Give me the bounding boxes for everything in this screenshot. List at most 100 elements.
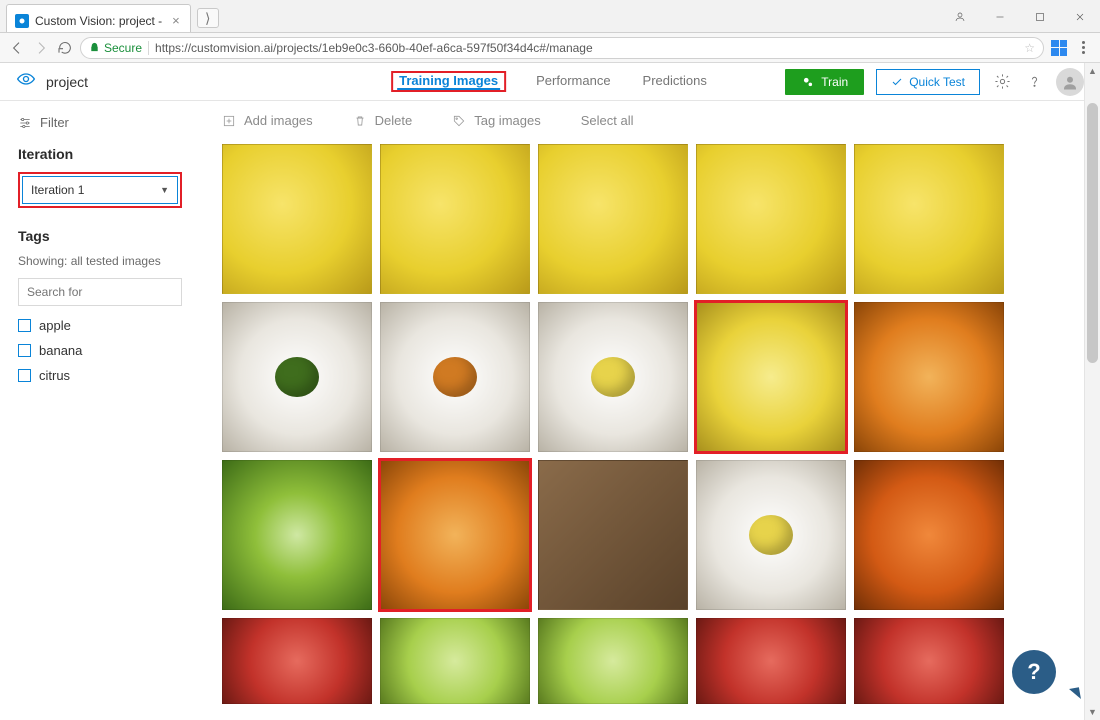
tag-list: apple banana citrus	[18, 318, 182, 383]
app-header: project Training Images Performance Pred…	[0, 63, 1100, 101]
image-thumb[interactable]	[222, 618, 372, 704]
add-images-button[interactable]: Add images	[222, 113, 313, 128]
tag-label: apple	[39, 318, 71, 333]
window-minimize-button[interactable]	[980, 3, 1020, 31]
browser-tabstrip: Custom Vision: project - × ⟩	[0, 0, 1100, 33]
tag-item-citrus[interactable]: citrus	[18, 368, 182, 383]
favicon-icon	[15, 14, 29, 28]
checkbox-icon	[18, 319, 31, 332]
image-thumb[interactable]	[696, 460, 846, 610]
tag-label: citrus	[39, 368, 70, 383]
nav-back-icon[interactable]	[8, 39, 26, 57]
tab-predictions[interactable]: Predictions	[641, 63, 709, 100]
sliders-icon	[18, 116, 32, 130]
image-thumb[interactable]	[538, 302, 688, 452]
image-thumb[interactable]	[222, 460, 372, 610]
image-thumb[interactable]	[854, 302, 1004, 452]
scroll-thumb[interactable]	[1087, 103, 1098, 363]
nav-forward-icon[interactable]	[32, 39, 50, 57]
delete-label: Delete	[375, 113, 413, 128]
secure-label: Secure	[104, 41, 142, 55]
tag-item-banana[interactable]: banana	[18, 343, 182, 358]
add-images-label: Add images	[244, 113, 313, 128]
tag-item-apple[interactable]: apple	[18, 318, 182, 333]
image-thumb[interactable]	[854, 618, 1004, 704]
tag-images-button[interactable]: Tag images	[452, 113, 540, 128]
tags-section-label: Tags	[18, 228, 182, 244]
train-label: Train	[821, 75, 848, 89]
tag-images-label: Tag images	[474, 113, 540, 128]
image-thumb[interactable]	[538, 460, 688, 610]
image-thumb[interactable]	[696, 144, 846, 294]
image-thumb[interactable]	[380, 144, 530, 294]
help-chat-button[interactable]: ?	[1012, 650, 1056, 694]
help-icon[interactable]	[1024, 72, 1044, 92]
image-thumb[interactable]	[380, 618, 530, 704]
image-thumb[interactable]	[380, 302, 530, 452]
browser-tab[interactable]: Custom Vision: project - ×	[6, 4, 191, 32]
bookmark-star-icon[interactable]: ☆	[1024, 41, 1035, 55]
scroll-up-icon[interactable]: ▲	[1085, 63, 1100, 79]
image-thumb[interactable]	[696, 302, 846, 452]
image-grid-scroll[interactable]	[200, 136, 1100, 720]
quick-test-button[interactable]: Quick Test	[876, 69, 980, 95]
checkbox-icon	[18, 369, 31, 382]
select-all-button[interactable]: Select all	[581, 113, 634, 128]
iteration-dropdown[interactable]: Iteration 1 ▼	[22, 176, 178, 204]
content-area: Add images Delete Tag images Select all	[200, 101, 1100, 720]
tags-subtext: Showing: all tested images	[18, 254, 182, 268]
gears-icon	[801, 75, 815, 89]
trash-icon	[353, 114, 367, 128]
filter-label: Filter	[40, 115, 69, 130]
scroll-down-icon[interactable]: ▼	[1085, 704, 1100, 720]
quick-test-label: Quick Test	[909, 75, 965, 89]
image-thumb[interactable]	[538, 144, 688, 294]
checkbox-icon	[18, 344, 31, 357]
image-thumb[interactable]	[538, 618, 688, 704]
sidebar: Filter Iteration Iteration 1 ▼ Tags Show…	[0, 101, 200, 720]
iteration-selected: Iteration 1	[31, 183, 84, 197]
page-scrollbar[interactable]: ▲ ▼	[1084, 63, 1100, 720]
tab-training-images[interactable]: Training Images	[397, 73, 500, 90]
tag-icon	[452, 114, 466, 128]
image-thumb[interactable]	[854, 144, 1004, 294]
plus-box-icon	[222, 114, 236, 128]
help-glyph: ?	[1027, 659, 1040, 685]
check-icon	[891, 76, 903, 88]
tag-label: banana	[39, 343, 82, 358]
image-thumb[interactable]	[222, 144, 372, 294]
filter-row[interactable]: Filter	[18, 115, 182, 130]
chrome-menu-icon[interactable]	[1074, 39, 1092, 57]
browser-toolbar: Secure https://customvision.ai/projects/…	[0, 33, 1100, 63]
help-bubble-tail	[1069, 687, 1081, 701]
delete-button[interactable]: Delete	[353, 113, 413, 128]
image-thumb[interactable]	[854, 460, 1004, 610]
image-grid	[222, 144, 1078, 704]
address-bar[interactable]: Secure https://customvision.ai/projects/…	[80, 37, 1044, 59]
nav-reload-icon[interactable]	[56, 39, 74, 57]
chevron-down-icon: ▼	[160, 185, 169, 195]
url-text: https://customvision.ai/projects/1eb9e0c…	[155, 41, 593, 55]
windows-ext-icon[interactable]	[1050, 39, 1068, 57]
iteration-select-highlight: Iteration 1 ▼	[18, 172, 182, 208]
new-tab-button[interactable]: ⟩	[197, 8, 219, 28]
iteration-section-label: Iteration	[18, 146, 182, 162]
image-thumb[interactable]	[222, 302, 372, 452]
image-thumb[interactable]	[696, 618, 846, 704]
tab-close-icon[interactable]: ×	[172, 13, 180, 28]
image-thumb[interactable]	[380, 460, 530, 610]
select-all-label: Select all	[581, 113, 634, 128]
tab-performance[interactable]: Performance	[534, 63, 612, 100]
secure-indicator: Secure	[89, 41, 142, 55]
customvision-logo-icon	[16, 69, 36, 94]
image-action-bar: Add images Delete Tag images Select all	[200, 101, 1100, 136]
window-maximize-button[interactable]	[1020, 3, 1060, 31]
user-avatar[interactable]	[1056, 68, 1084, 96]
training-tab-highlight: Training Images	[391, 71, 506, 92]
tag-search-input[interactable]	[18, 278, 182, 306]
settings-gear-icon[interactable]	[992, 72, 1012, 92]
train-button[interactable]: Train	[785, 69, 864, 95]
account-icon[interactable]	[940, 3, 980, 31]
main-tabs: Training Images Performance Predictions	[391, 63, 709, 100]
window-close-button[interactable]	[1060, 3, 1100, 31]
